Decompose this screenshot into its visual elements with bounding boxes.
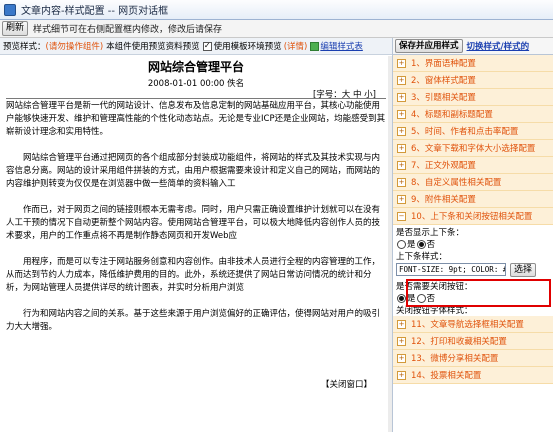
section-label: 6、文章下载和字体大小选择配置 xyxy=(411,144,536,154)
section-label: 8、自定义属性相关配置 xyxy=(411,178,502,188)
panel-header: 保存并应用样式 切换样式/样式的 xyxy=(393,38,553,55)
component-note: 本组件使用预览资料预览 xyxy=(106,42,200,52)
template-env-checkbox[interactable]: ✓ xyxy=(202,41,212,51)
toolbar: 刷新 样式细节可在右侧配置框内修改，修改后请保存 xyxy=(0,20,553,38)
preview-style-label: 预览样式： xyxy=(3,42,46,52)
section-13[interactable]: +13、微博分享相关配置 xyxy=(393,350,553,367)
close-window-link[interactable]: 【关闭窗口】 xyxy=(321,378,372,390)
article-preview: 网站综合管理平台 2008-01-01 00:00 佚名 [字号：大 中 小] … xyxy=(0,56,392,432)
plus-icon: + xyxy=(397,126,406,136)
section-11[interactable]: +11、文章导航选择框相关配置 xyxy=(393,316,553,333)
section-3[interactable]: +3、引题相关配置 xyxy=(393,89,553,106)
article-paragraph: 用程序，而是可以专注于网站服务创意和内容创作。由非技术人员进行全程的内容管理的工… xyxy=(6,257,381,293)
section-6[interactable]: +6、文章下载和字体大小选择配置 xyxy=(393,140,553,157)
section-label: 1、界面语种配置 xyxy=(411,59,476,69)
save-apply-button[interactable]: 保存并应用样式 xyxy=(395,39,463,53)
plus-icon: + xyxy=(397,194,406,204)
switch-style-link[interactable]: 切换样式/样式的 xyxy=(467,40,530,52)
section-1[interactable]: +1、界面语种配置 xyxy=(393,55,553,72)
plus-icon: + xyxy=(397,58,406,68)
section-label: 12、打印和收藏相关配置 xyxy=(411,337,507,347)
plus-icon: + xyxy=(397,370,406,380)
nav-style-label: 上下条样式： xyxy=(396,252,448,262)
section-label: 9、附件相关配置 xyxy=(411,195,476,205)
article-paragraph: 行为和网站内容之间的关系。基于这些来源于用户浏览偏好的正确评估，使得网站对用户的… xyxy=(6,309,381,332)
section-9[interactable]: +9、附件相关配置 xyxy=(393,191,553,208)
title-bar: 文章内容-样式配置 -- 网页对话框 xyxy=(0,0,553,20)
plus-icon: + xyxy=(397,143,406,153)
show-nav-yes-radio[interactable] xyxy=(397,239,406,249)
section-label: 10、上下条和关闭按钮相关配置 xyxy=(411,212,533,222)
section-label: 5、时间、作者和点击率配置 xyxy=(411,127,519,137)
section-label: 14、投票相关配置 xyxy=(411,371,482,381)
options-bar: 预览样式： (请勿操作组件) 本组件使用预览资料预览 ✓ 使用模板环境预览 (详… xyxy=(0,38,392,55)
article-title: 网站综合管理平台 xyxy=(147,60,244,74)
article-paragraph: 作而已，对于网页之间的链接则根本无需考虑。同时，用户只需正确设置维护计划就可以在… xyxy=(6,205,381,241)
article-paragraph: 网站综合管理平台是新一代的网站设计、信息发布及信息定制的网站基础应用平台，其核心… xyxy=(6,101,386,137)
radio-label: 是 xyxy=(407,240,416,250)
edit-style-link[interactable]: 编辑样式表 xyxy=(320,40,363,52)
minus-icon: − xyxy=(397,211,406,221)
plus-icon: + xyxy=(397,109,406,119)
refresh-button[interactable]: 刷新 xyxy=(2,21,29,36)
section-14[interactable]: +14、投票相关配置 xyxy=(393,367,553,384)
toolbar-hint: 样式细节可在右侧配置框内修改，修改后请保存 xyxy=(33,25,223,35)
template-env-detail-link[interactable]: (详情) xyxy=(284,40,308,52)
show-nav-radio-group: 是 否 xyxy=(396,238,550,250)
plus-icon: + xyxy=(397,319,406,329)
highlight-box xyxy=(406,279,551,307)
section-label: 7、正文外观配置 xyxy=(411,161,476,171)
nav-style-row: FONT-SIZE: 9pt; COLOR: # 选择 xyxy=(396,262,550,277)
section-label: 11、文章导航选择框相关配置 xyxy=(411,320,524,330)
section-10[interactable]: −10、上下条和关闭按钮相关配置 xyxy=(393,208,553,225)
plus-icon: + xyxy=(397,177,406,187)
window-title: 文章内容-样式配置 -- 网页对话框 xyxy=(21,6,169,17)
plus-icon: + xyxy=(397,160,406,170)
section-5[interactable]: +5、时间、作者和点击率配置 xyxy=(393,123,553,140)
section-label: 13、微博分享相关配置 xyxy=(411,354,499,364)
article-paragraph: 网站综合管理平台通过把网页的各个组成部分封装成功能组件，将网站的样式及其技术实现… xyxy=(6,153,381,189)
section-label: 3、引题相关配置 xyxy=(411,93,476,103)
nav-style-input[interactable]: FONT-SIZE: 9pt; COLOR: # xyxy=(396,263,506,276)
section-label: 4、标题和副标题配置 xyxy=(411,110,493,120)
section-2[interactable]: +2、窗体样式配置 xyxy=(393,72,553,89)
preview-style-value: (请勿操作组件) xyxy=(45,42,104,52)
show-nav-no-radio[interactable] xyxy=(416,239,426,249)
show-nav-label: 是否显示上下条： xyxy=(396,228,465,238)
edit-icon[interactable] xyxy=(310,41,320,51)
plus-icon: + xyxy=(397,75,406,85)
divider xyxy=(6,98,386,99)
section-7[interactable]: +7、正文外观配置 xyxy=(393,157,553,174)
section-12[interactable]: +12、打印和收藏相关配置 xyxy=(393,333,553,350)
nav-style-pick-button[interactable]: 选择 xyxy=(510,262,537,277)
section-label: 2、窗体样式配置 xyxy=(411,76,476,86)
radio-label: 否 xyxy=(426,240,436,250)
config-panel: 保存并应用样式 切换样式/样式的 +1、界面语种配置 +2、窗体样式配置 +3、… xyxy=(392,38,553,432)
plus-icon: + xyxy=(397,353,406,363)
plus-icon: + xyxy=(397,336,406,346)
plus-icon: + xyxy=(397,92,406,102)
app-icon xyxy=(4,3,16,16)
section-4[interactable]: +4、标题和副标题配置 xyxy=(393,106,553,123)
template-env-label: 使用模板环境预览 xyxy=(213,42,282,52)
section-8[interactable]: +8、自定义属性相关配置 xyxy=(393,174,553,191)
close-btn-yes-radio[interactable] xyxy=(397,293,406,303)
